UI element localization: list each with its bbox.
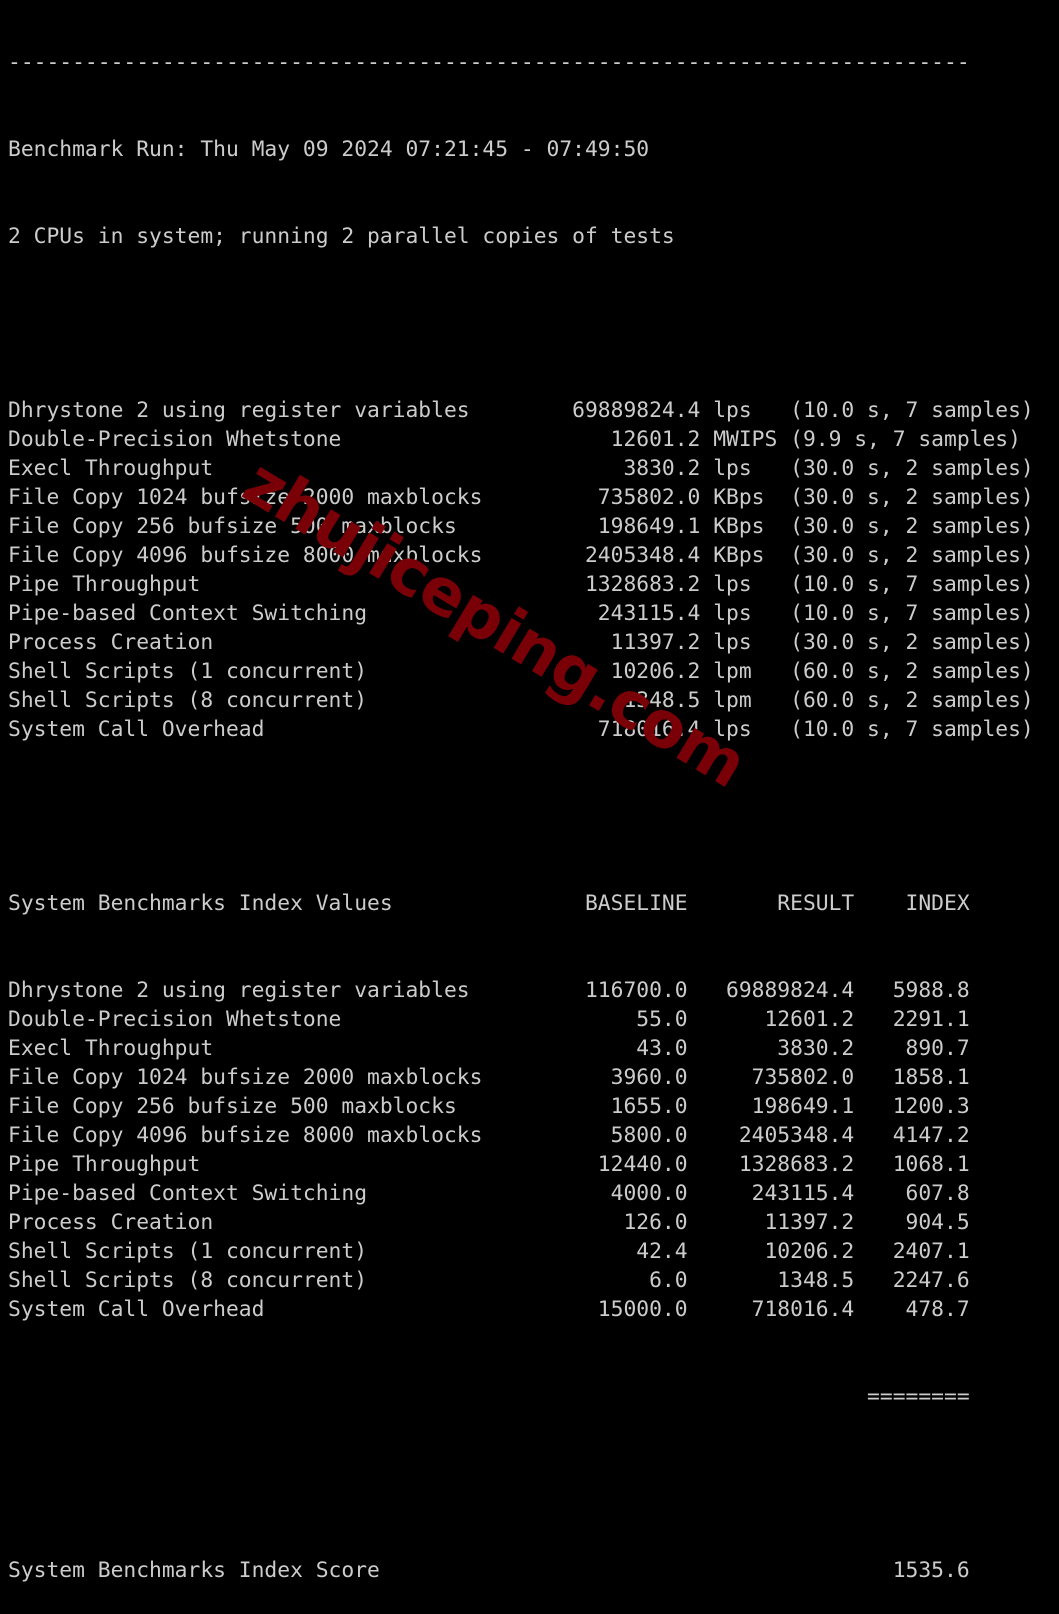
result-row: Pipe-based Context Switching 243115.4 lp… bbox=[8, 601, 1034, 626]
index-row: Shell Scripts (8 concurrent) 6.0 1348.5 … bbox=[8, 1268, 970, 1293]
result-row: Shell Scripts (1 concurrent) 10206.2 lpm… bbox=[8, 659, 1034, 684]
index-table-header: System Benchmarks Index Values BASELINE … bbox=[8, 891, 970, 916]
index-row: File Copy 4096 bufsize 8000 maxblocks 58… bbox=[8, 1123, 970, 1148]
index-row: System Call Overhead 15000.0 718016.4 47… bbox=[8, 1297, 970, 1322]
benchmark-run-line: Benchmark Run: Thu May 09 2024 07:21:45 … bbox=[8, 137, 650, 162]
index-row: File Copy 1024 bufsize 2000 maxblocks 39… bbox=[8, 1065, 970, 1090]
result-row: Execl Throughput 3830.2 lps (30.0 s, 2 s… bbox=[8, 456, 1034, 481]
index-row: Pipe Throughput 12440.0 1328683.2 1068.1 bbox=[8, 1152, 970, 1177]
result-row: Double-Precision Whetstone 12601.2 MWIPS… bbox=[8, 427, 1021, 452]
index-row: Double-Precision Whetstone 55.0 12601.2 … bbox=[8, 1007, 970, 1032]
result-row: Shell Scripts (8 concurrent) 1348.5 lpm … bbox=[8, 688, 1034, 713]
index-rule-line: ======== bbox=[8, 1384, 970, 1409]
results-section: Dhrystone 2 using register variables 698… bbox=[8, 396, 1034, 744]
result-row: File Copy 1024 bufsize 2000 maxblocks 73… bbox=[8, 485, 1034, 510]
result-row: Dhrystone 2 using register variables 698… bbox=[8, 398, 1034, 423]
result-row: File Copy 4096 bufsize 8000 maxblocks 24… bbox=[8, 543, 1034, 568]
result-row: File Copy 256 bufsize 500 maxblocks 1986… bbox=[8, 514, 1034, 539]
result-row: Pipe Throughput 1328683.2 lps (10.0 s, 7… bbox=[8, 572, 1034, 597]
index-score-line: System Benchmarks Index Score 1535.6 bbox=[8, 1558, 970, 1583]
index-row: Execl Throughput 43.0 3830.2 890.7 bbox=[8, 1036, 970, 1061]
separator-line: ----------------------------------------… bbox=[8, 50, 970, 75]
index-table-rows: Dhrystone 2 using register variables 116… bbox=[8, 976, 1034, 1324]
result-row: System Call Overhead 718016.4 lps (10.0 … bbox=[8, 717, 1034, 742]
index-row: File Copy 256 bufsize 500 maxblocks 1655… bbox=[8, 1094, 970, 1119]
index-row: Shell Scripts (1 concurrent) 42.4 10206.… bbox=[8, 1239, 970, 1264]
result-row: Process Creation 11397.2 lps (30.0 s, 2 … bbox=[8, 630, 1034, 655]
index-row: Dhrystone 2 using register variables 116… bbox=[8, 978, 970, 1003]
index-row: Pipe-based Context Switching 4000.0 2431… bbox=[8, 1181, 970, 1206]
cpu-info-line: 2 CPUs in system; running 2 parallel cop… bbox=[8, 224, 675, 249]
index-row: Process Creation 126.0 11397.2 904.5 bbox=[8, 1210, 970, 1235]
terminal-output: ----------------------------------------… bbox=[8, 0, 1034, 1614]
